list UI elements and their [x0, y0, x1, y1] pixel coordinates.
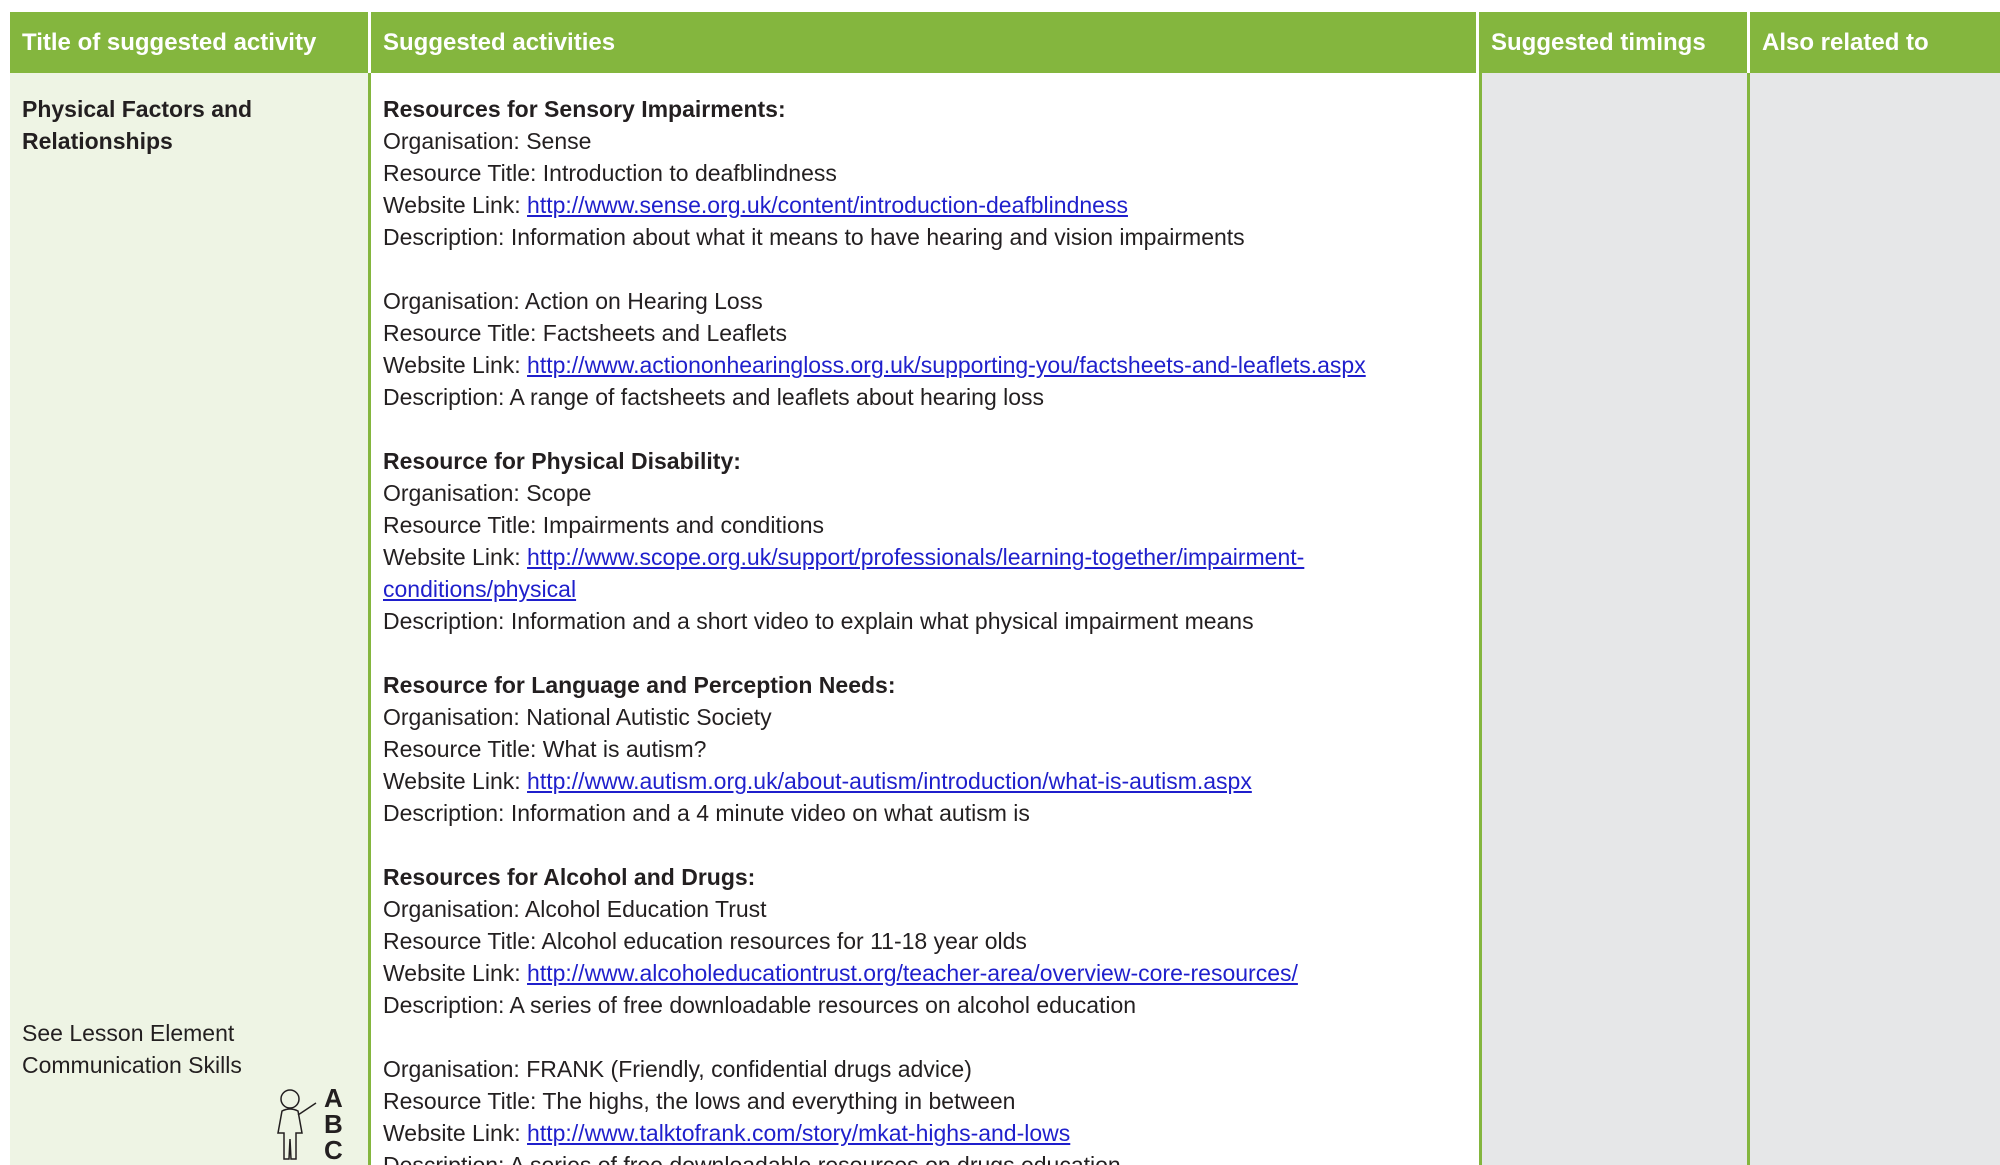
section-heading-sensory: Resources for Sensory Impairments:: [383, 96, 786, 122]
resource-title: Resource Title: Impairments and conditio…: [383, 512, 825, 538]
section-heading-physical: Resource for Physical Disability:: [383, 448, 741, 474]
resource-organisation: Organisation: Sense: [383, 128, 592, 154]
header-suggested-timings: Suggested timings: [1479, 12, 1750, 73]
resource-description: Description: Information and a short vid…: [383, 608, 1254, 634]
resource-link-row: Website Link: http://www.scope.org.uk/su…: [383, 541, 1467, 573]
teacher-abc-icon: A B C: [277, 1083, 343, 1161]
link-label: Website Link:: [383, 768, 528, 794]
scope-link[interactable]: http://www.scope.org.uk/support/professi…: [527, 544, 1304, 570]
suggested-activities-cell: Resources for Sensory Impairments: Organ…: [371, 73, 1479, 1165]
also-related-to-cell: [1750, 73, 2000, 1165]
link-label: Website Link:: [383, 1120, 528, 1146]
link-label: Website Link:: [383, 960, 528, 986]
resource-description: Description: A range of factsheets and l…: [383, 384, 1045, 410]
scope-link-continued[interactable]: conditions/physical: [383, 576, 576, 602]
link-label: Website Link:: [383, 192, 528, 218]
frank-link[interactable]: http://www.talktofrank.com/story/mkat-hi…: [527, 1120, 1070, 1146]
resource-description: Description: A series of free downloadab…: [383, 1152, 1121, 1165]
see-lesson-element: See Lesson Element Communication Skills: [22, 1017, 242, 1081]
header-also-related-to: Also related to: [1750, 12, 2000, 73]
resource-title: Resource Title: Alcohol education resour…: [383, 928, 1027, 954]
header-title-of-activity: Title of suggested activity: [10, 12, 371, 73]
hearing-loss-link[interactable]: http://www.actiononhearingloss.org.uk/su…: [527, 352, 1366, 378]
see-lesson-line1: See Lesson Element: [22, 1020, 235, 1046]
resource-organisation: Organisation: Action on Hearing Loss: [383, 288, 763, 314]
resource-link-row: Website Link: http://www.talktofrank.com…: [383, 1117, 1467, 1149]
resource-organisation: Organisation: FRANK (Friendly, confident…: [383, 1056, 972, 1082]
autism-link[interactable]: http://www.autism.org.uk/about-autism/in…: [527, 768, 1252, 794]
resource-description: Description: Information and a 4 minute …: [383, 800, 1030, 826]
resource-description: Description: A series of free downloadab…: [383, 992, 1137, 1018]
resource-title: Resource Title: The highs, the lows and …: [383, 1088, 1016, 1114]
resource-organisation: Organisation: National Autistic Society: [383, 704, 772, 730]
header-suggested-activities: Suggested activities: [371, 12, 1479, 73]
link-label: Website Link:: [383, 352, 528, 378]
activity-table: Title of suggested activity Suggested ac…: [10, 12, 2000, 1165]
resource-title: Resource Title: Introduction to deafblin…: [383, 160, 837, 186]
activity-title-cell: Physical Factors and Relationships See L…: [10, 73, 371, 1165]
resource-link-row: Website Link: http://www.sense.org.uk/co…: [383, 189, 1467, 221]
alcohol-education-link[interactable]: http://www.alcoholeducationtrust.org/tea…: [527, 960, 1298, 986]
resource-title: Resource Title: Factsheets and Leaflets: [383, 320, 787, 346]
see-lesson-line2: Communication Skills: [22, 1052, 242, 1078]
link-label: Website Link:: [383, 544, 528, 570]
svg-text:C: C: [324, 1135, 343, 1161]
resource-organisation: Organisation: Alcohol Education Trust: [383, 896, 767, 922]
resource-organisation: Organisation: Scope: [383, 480, 592, 506]
activity-title-line1: Physical Factors and: [22, 96, 253, 122]
resource-link-row: Website Link: http://www.autism.org.uk/a…: [383, 765, 1467, 797]
sense-link[interactable]: http://www.sense.org.uk/content/introduc…: [527, 192, 1128, 218]
resource-link-row: Website Link: http://www.alcoholeducatio…: [383, 957, 1467, 989]
resource-link-row: Website Link: http://www.actiononhearing…: [383, 349, 1467, 381]
section-heading-language: Resource for Language and Perception Nee…: [383, 672, 896, 698]
activity-title-line2: Relationships: [22, 128, 173, 154]
suggested-timings-cell: [1479, 73, 1750, 1165]
resource-description: Description: Information about what it m…: [383, 224, 1245, 250]
resource-link-continued: conditions/physical: [383, 573, 1467, 605]
resource-title: Resource Title: What is autism?: [383, 736, 707, 762]
section-heading-alcohol-drugs: Resources for Alcohol and Drugs:: [383, 864, 756, 890]
